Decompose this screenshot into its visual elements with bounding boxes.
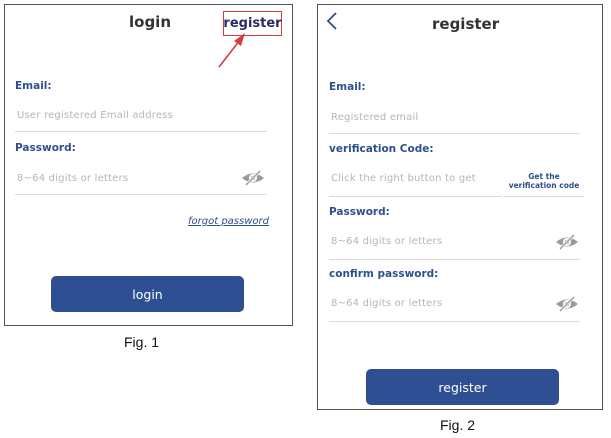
password-placeholder: 8~64 digits or letters — [331, 236, 443, 247]
confirm-password-field[interactable]: 8~64 digits or letters — [329, 292, 580, 322]
register-button[interactable]: register — [366, 369, 559, 405]
password-field[interactable]: 8~64 digits or letters — [329, 230, 580, 260]
register-screen: register Email: Registered email verific… — [317, 4, 603, 410]
get-verification-code-button[interactable]: Get the verification code — [504, 165, 584, 197]
verification-code-field[interactable]: Click the right button to get — [329, 167, 502, 197]
back-button[interactable] — [326, 11, 338, 35]
email-field[interactable]: User registered Email address — [15, 104, 267, 132]
confirm-password-label: confirm password: — [329, 268, 439, 280]
login-button[interactable]: login — [51, 276, 244, 312]
email-field[interactable]: Registered email — [329, 106, 580, 134]
verification-code-label: verification Code: — [329, 143, 434, 155]
confirm-password-placeholder: 8~64 digits or letters — [331, 298, 443, 309]
password-placeholder: 8~64 digits or letters — [17, 173, 129, 184]
chevron-left-icon — [326, 12, 337, 30]
eye-off-icon[interactable] — [555, 233, 579, 251]
password-label: Password: — [329, 206, 390, 218]
password-field[interactable]: 8~64 digits or letters — [15, 167, 267, 195]
email-placeholder: User registered Email address — [17, 110, 174, 121]
eye-off-icon[interactable] — [241, 169, 265, 187]
page-title: login — [129, 13, 172, 31]
caption-fig1: Fig. 1 — [124, 334, 160, 350]
eye-off-icon[interactable] — [555, 295, 579, 313]
email-label: Email: — [329, 81, 366, 93]
page-title: register — [432, 15, 500, 33]
caption-fig2: Fig. 2 — [440, 417, 476, 433]
verification-code-placeholder: Click the right button to get — [331, 173, 476, 184]
email-placeholder: Registered email — [331, 112, 419, 123]
email-label: Email: — [15, 80, 52, 92]
register-link[interactable]: register — [223, 11, 282, 36]
password-label: Password: — [15, 142, 76, 154]
forgot-password-link[interactable]: forgot password — [188, 216, 269, 227]
login-screen: login register Email: User registered Em… — [4, 4, 293, 326]
